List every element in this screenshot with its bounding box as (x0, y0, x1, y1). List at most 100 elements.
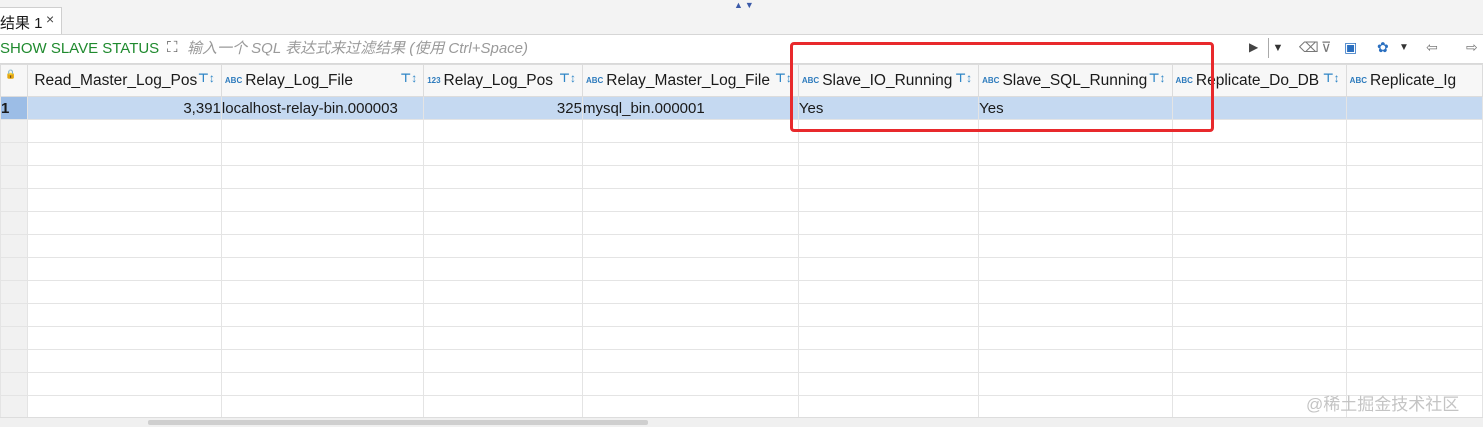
column-header[interactable]: ABC Slave_IO_Running ⊤↕ (797, 64, 980, 97)
empty-cell (423, 165, 583, 189)
collapse-panel-icon[interactable]: ▲▼ (734, 0, 756, 10)
empty-cell (1171, 234, 1347, 258)
empty-row (0, 211, 1483, 235)
expand-icon[interactable]: ⛶ (167, 39, 178, 56)
empty-cell (1345, 119, 1483, 143)
watermark: @稀土掘金技术社区 (1306, 395, 1460, 414)
back-icon[interactable]: ⇦ (1426, 39, 1438, 56)
empty-cell (220, 326, 425, 350)
filter-history-dropdown[interactable]: ▼ (1268, 38, 1287, 58)
column-name: Replicate_Ig (1370, 71, 1457, 89)
empty-cell (581, 211, 799, 235)
empty-cell (220, 395, 425, 417)
empty-row (0, 303, 1483, 327)
close-icon[interactable]: × (46, 11, 54, 27)
empty-cell (1345, 165, 1483, 189)
row-number (0, 165, 29, 189)
empty-cell (423, 349, 583, 373)
eraser-icon[interactable]: ⌫ (1299, 39, 1319, 56)
empty-cell (220, 211, 425, 235)
table-cell[interactable] (1171, 96, 1347, 120)
empty-row (0, 142, 1483, 166)
row-number (0, 257, 29, 281)
column-header[interactable]: ABC Relay_Log_File ⊤↕ (220, 64, 425, 97)
table-cell[interactable]: Yes (797, 96, 980, 120)
empty-cell (423, 326, 583, 350)
empty-cell (1171, 326, 1347, 350)
empty-cell (220, 142, 425, 166)
column-name: Relay_Master_Log_File (606, 71, 770, 89)
empty-cell (1171, 188, 1347, 212)
tab-results-1[interactable]: 结果 1 × (0, 7, 62, 34)
empty-cell (220, 119, 425, 143)
column-header[interactable]: 123 Relay_Log_Pos ⊤↕ (423, 64, 583, 97)
column-header[interactable]: ABC Slave_SQL_Running ⊤↕ (978, 64, 1173, 97)
empty-cell (1171, 142, 1347, 166)
filter-sort-icon[interactable]: ⊤↕ (775, 71, 792, 85)
column-header[interactable]: ABC Relay_Master_Log_File ⊤↕ (581, 64, 799, 97)
table-cell[interactable]: 3,391 (27, 96, 222, 120)
empty-cell (423, 188, 583, 212)
column-header[interactable]: ABC Replicate_Do_DB ⊤↕ (1171, 64, 1347, 97)
table-row[interactable]: 1 3,391 localhost-relay-bin.000003 325 m… (0, 96, 1483, 120)
empty-row (0, 188, 1483, 212)
empty-cell (220, 303, 425, 327)
empty-cell (27, 395, 222, 417)
column-type-icon: ABC (224, 76, 243, 85)
empty-cell (27, 211, 222, 235)
row-number (0, 142, 29, 166)
table-cell[interactable]: localhost-relay-bin.000003 (220, 96, 425, 120)
empty-cell (797, 119, 980, 143)
apply-filter-icon[interactable]: ▶ (1249, 40, 1258, 54)
empty-cell (220, 165, 425, 189)
empty-cell (581, 257, 799, 281)
empty-row (0, 119, 1483, 143)
empty-cell (220, 234, 425, 258)
scrollbar-thumb[interactable] (148, 420, 648, 425)
filter-sort-icon[interactable]: ⊤↕ (400, 71, 417, 85)
empty-cell (1171, 280, 1347, 304)
filter-icon[interactable]: ⊽ (1321, 39, 1331, 56)
column-name: Relay_Log_Pos (443, 71, 553, 89)
empty-cell (27, 303, 222, 327)
empty-cell (978, 372, 1173, 396)
empty-cell (978, 142, 1173, 166)
empty-cell (978, 165, 1173, 189)
empty-cell (27, 142, 222, 166)
empty-cell (1345, 234, 1483, 258)
save-filter-icon[interactable]: ▣ (1344, 39, 1357, 56)
filter-sort-icon[interactable]: ⊤↕ (198, 71, 215, 85)
column-name: Replicate_Do_DB (1195, 71, 1320, 89)
empty-cell (1345, 211, 1483, 235)
empty-cell (1171, 211, 1347, 235)
dropdown-icon[interactable]: ▼ (1399, 42, 1409, 53)
empty-cell (27, 257, 222, 281)
config-icon[interactable]: ✿ (1377, 39, 1389, 56)
filter-sort-icon[interactable]: ⊤↕ (955, 71, 972, 85)
empty-cell (1171, 303, 1347, 327)
empty-cell (1345, 349, 1483, 373)
empty-cell (797, 303, 980, 327)
filter-input[interactable] (187, 37, 1247, 59)
column-name: Slave_SQL_Running (1002, 71, 1148, 89)
empty-cell (978, 280, 1173, 304)
table-cell[interactable] (1345, 96, 1483, 120)
empty-cell (797, 349, 980, 373)
column-header[interactable]: ABC Replicate_Ig (1345, 64, 1483, 97)
column-header[interactable]: Read_Master_Log_Pos ⊤↕ (27, 64, 222, 97)
empty-cell (581, 165, 799, 189)
empty-cell (581, 188, 799, 212)
row-number[interactable]: 1 (0, 96, 29, 120)
row-number (0, 395, 29, 417)
filter-sort-icon[interactable]: ⊤↕ (1323, 71, 1340, 85)
table-cell[interactable]: Yes (978, 96, 1173, 120)
forward-icon[interactable]: ⇨ (1466, 39, 1478, 56)
tab-label: 结果 1 (0, 15, 43, 32)
empty-cell (423, 280, 583, 304)
column-type-icon: 123 (427, 76, 441, 85)
filter-sort-icon[interactable]: ⊤↕ (559, 71, 576, 85)
empty-cell (220, 280, 425, 304)
table-cell[interactable]: 325 (423, 96, 583, 120)
filter-sort-icon[interactable]: ⊤↕ (1149, 71, 1166, 85)
table-cell[interactable]: mysql_bin.000001 (581, 96, 799, 120)
